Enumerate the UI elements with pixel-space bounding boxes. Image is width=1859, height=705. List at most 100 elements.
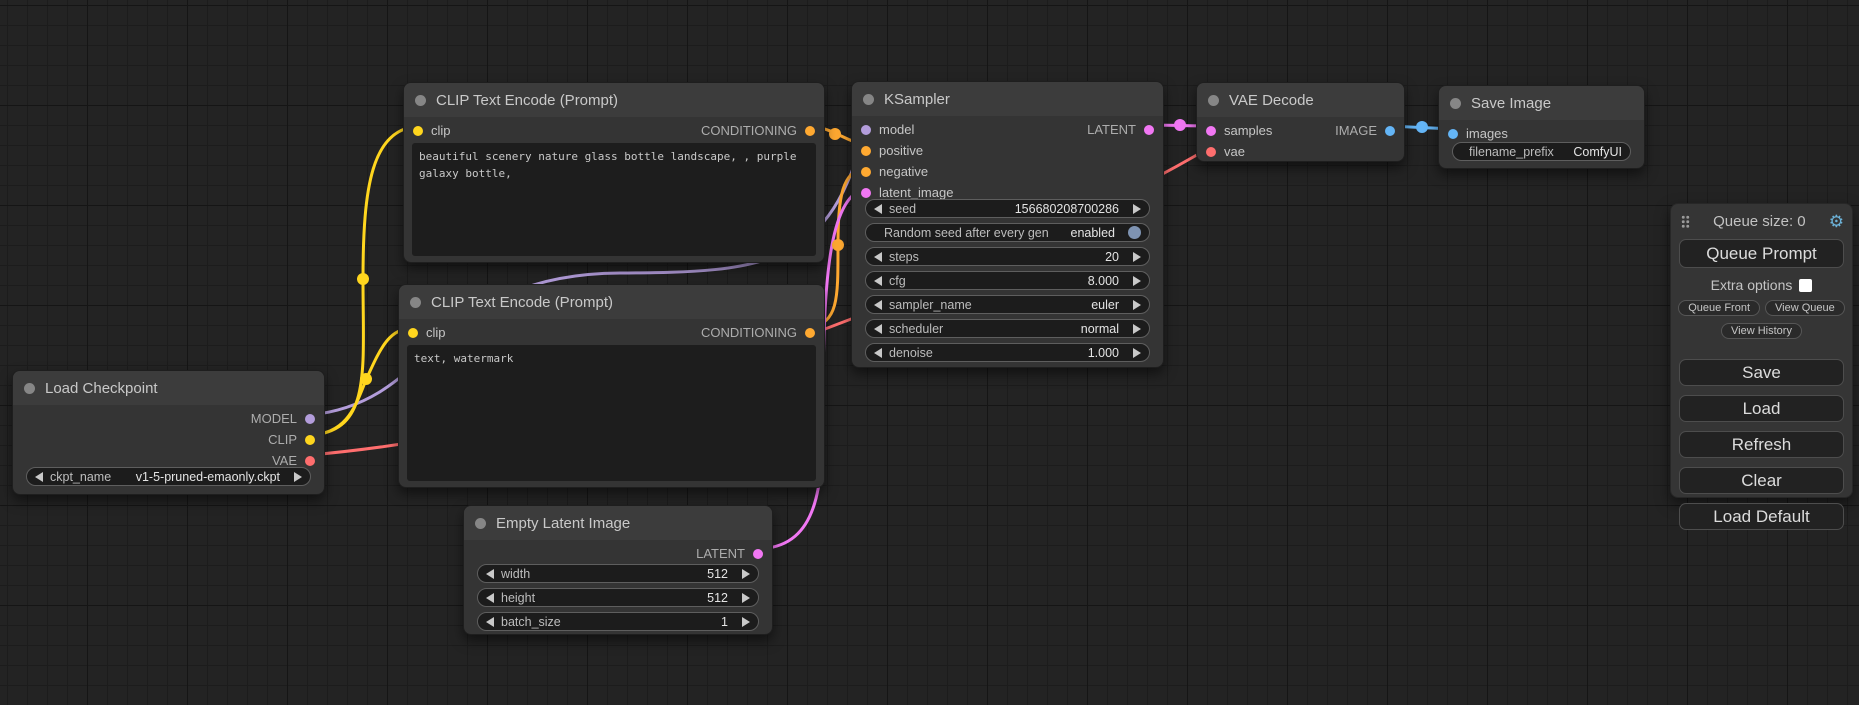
prev-value-icon[interactable] xyxy=(874,276,882,286)
queue-front-button[interactable]: Queue Front xyxy=(1678,300,1760,316)
height-widget[interactable]: height 512 xyxy=(477,588,759,607)
output-slot-conditioning[interactable] xyxy=(805,126,815,136)
node-graph-canvas[interactable]: Load Checkpoint MODEL CLIP VAE ckpt_name… xyxy=(0,0,1859,705)
filename-prefix-widget[interactable]: filename_prefix ComfyUI xyxy=(1452,142,1631,161)
input-slot-negative[interactable] xyxy=(861,167,871,177)
denoise-widget[interactable]: denoise 1.000 xyxy=(865,343,1150,362)
refresh-button[interactable]: Refresh xyxy=(1679,431,1844,458)
output-slot-image[interactable] xyxy=(1385,126,1395,136)
reroute-dot[interactable] xyxy=(829,128,841,140)
widget-value: 156680208700286 xyxy=(1015,202,1119,216)
input-slot-positive[interactable] xyxy=(861,146,871,156)
save-button[interactable]: Save xyxy=(1679,359,1844,386)
next-value-icon[interactable] xyxy=(742,617,750,627)
next-value-icon[interactable] xyxy=(742,569,750,579)
node-title-bar[interactable]: VAE Decode xyxy=(1197,83,1404,117)
node-title-bar[interactable]: CLIP Text Encode (Prompt) xyxy=(404,83,824,117)
next-value-icon[interactable] xyxy=(1133,204,1141,214)
collapse-dot-icon[interactable] xyxy=(863,94,874,105)
steps-widget[interactable]: steps 20 xyxy=(865,247,1150,266)
collapse-dot-icon[interactable] xyxy=(1208,95,1219,106)
output-slot-model[interactable] xyxy=(305,414,315,424)
collapse-dot-icon[interactable] xyxy=(475,518,486,529)
node-title-bar[interactable]: Empty Latent Image xyxy=(464,506,772,540)
prev-value-icon[interactable] xyxy=(486,569,494,579)
next-value-icon[interactable] xyxy=(1133,324,1141,334)
reroute-dot[interactable] xyxy=(832,239,844,251)
widget-label: cfg xyxy=(889,274,906,288)
collapse-dot-icon[interactable] xyxy=(415,95,426,106)
input-slot-samples[interactable] xyxy=(1206,126,1216,136)
width-widget[interactable]: width 512 xyxy=(477,564,759,583)
input-slot-model[interactable] xyxy=(861,125,871,135)
view-history-button[interactable]: View History xyxy=(1721,323,1802,339)
next-value-icon[interactable] xyxy=(742,593,750,603)
reroute-dot[interactable] xyxy=(360,373,372,385)
load-default-button[interactable]: Load Default xyxy=(1679,503,1844,530)
node-ksampler[interactable]: KSampler model LATENT positive negative … xyxy=(851,81,1164,368)
reroute-dot[interactable] xyxy=(357,273,369,285)
prev-value-icon[interactable] xyxy=(874,204,882,214)
output-slot-latent[interactable] xyxy=(1144,125,1154,135)
view-queue-button[interactable]: View Queue xyxy=(1765,300,1845,316)
node-empty-latent-image[interactable]: Empty Latent Image LATENT width 512 heig… xyxy=(463,505,773,635)
cfg-widget[interactable]: cfg 8.000 xyxy=(865,271,1150,290)
prev-value-icon[interactable] xyxy=(35,472,43,482)
prev-value-icon[interactable] xyxy=(874,300,882,310)
node-load-checkpoint[interactable]: Load Checkpoint MODEL CLIP VAE ckpt_name… xyxy=(12,370,325,495)
extra-options-checkbox[interactable] xyxy=(1799,279,1812,292)
scheduler-widget[interactable]: scheduler normal xyxy=(865,319,1150,338)
node-vae-decode[interactable]: VAE Decode samples IMAGE vae xyxy=(1196,82,1405,162)
input-slot-clip[interactable] xyxy=(413,126,423,136)
reroute-dot[interactable] xyxy=(1174,119,1186,131)
prev-value-icon[interactable] xyxy=(874,348,882,358)
queue-prompt-button[interactable]: Queue Prompt xyxy=(1679,239,1844,268)
ckpt-name-widget[interactable]: ckpt_name v1-5-pruned-emaonly.ckpt xyxy=(26,467,311,486)
seed-widget[interactable]: seed 156680208700286 xyxy=(865,199,1150,218)
node-clip-text-encode-negative[interactable]: CLIP Text Encode (Prompt) clip CONDITION… xyxy=(398,284,825,488)
widget-label: steps xyxy=(889,250,919,264)
prev-value-icon[interactable] xyxy=(486,617,494,627)
collapse-dot-icon[interactable] xyxy=(410,297,421,308)
node-title-bar[interactable]: CLIP Text Encode (Prompt) xyxy=(399,285,824,319)
output-slot-conditioning[interactable] xyxy=(805,328,815,338)
collapse-dot-icon[interactable] xyxy=(1450,98,1461,109)
reroute-dot[interactable] xyxy=(1416,121,1428,133)
input-slot-vae[interactable] xyxy=(1206,147,1216,157)
node-save-image[interactable]: Save Image images filename_prefix ComfyU… xyxy=(1438,85,1645,169)
input-label: clip xyxy=(431,123,451,138)
collapse-dot-icon[interactable] xyxy=(24,383,35,394)
prompt-textarea[interactable]: text, watermark xyxy=(407,345,816,481)
prev-value-icon[interactable] xyxy=(874,252,882,262)
input-slot-latent-image[interactable] xyxy=(861,188,871,198)
batch-size-widget[interactable]: batch_size 1 xyxy=(477,612,759,631)
node-title-bar[interactable]: KSampler xyxy=(852,82,1163,116)
next-value-icon[interactable] xyxy=(1133,348,1141,358)
random-seed-toggle-widget[interactable]: Random seed after every gen enabled xyxy=(865,223,1150,242)
output-label: MODEL xyxy=(251,411,297,426)
sampler-name-widget[interactable]: sampler_name euler xyxy=(865,295,1150,314)
input-slot-clip[interactable] xyxy=(408,328,418,338)
toggle-enabled-icon[interactable] xyxy=(1128,226,1141,239)
drag-handle-icon[interactable] xyxy=(1681,215,1690,228)
load-button[interactable]: Load xyxy=(1679,395,1844,422)
prev-value-icon[interactable] xyxy=(874,324,882,334)
next-value-icon[interactable] xyxy=(1133,300,1141,310)
prev-value-icon[interactable] xyxy=(486,593,494,603)
next-value-icon[interactable] xyxy=(1133,276,1141,286)
queue-panel: Queue size: 0 ⚙ Queue Prompt Extra optio… xyxy=(1670,203,1853,498)
output-slot-latent[interactable] xyxy=(753,549,763,559)
input-label: vae xyxy=(1224,144,1245,159)
output-slot-vae[interactable] xyxy=(305,456,315,466)
settings-gear-icon[interactable]: ⚙ xyxy=(1829,213,1844,230)
prompt-textarea[interactable]: beautiful scenery nature glass bottle la… xyxy=(412,143,816,256)
node-title: KSampler xyxy=(884,91,950,108)
input-slot-images[interactable] xyxy=(1448,129,1458,139)
node-title-bar[interactable]: Save Image xyxy=(1439,86,1644,120)
next-value-icon[interactable] xyxy=(294,472,302,482)
node-title-bar[interactable]: Load Checkpoint xyxy=(13,371,324,405)
node-clip-text-encode-positive[interactable]: CLIP Text Encode (Prompt) clip CONDITION… xyxy=(403,82,825,263)
next-value-icon[interactable] xyxy=(1133,252,1141,262)
output-slot-clip[interactable] xyxy=(305,435,315,445)
clear-button[interactable]: Clear xyxy=(1679,467,1844,494)
